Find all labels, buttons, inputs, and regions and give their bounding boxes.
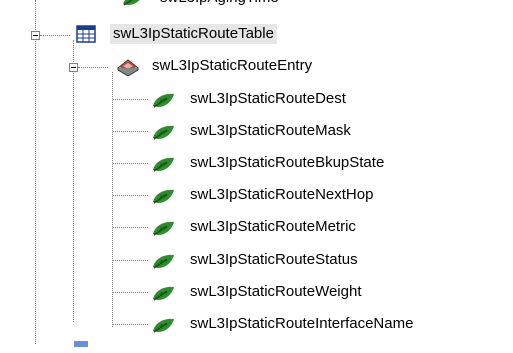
tree-node-leaf[interactable]: swL3IpStaticRouteStatus <box>150 250 510 270</box>
tree-node-leaf[interactable]: swL3IpStaticRouteMetric <box>150 217 510 237</box>
tree-node-leaf[interactable]: swL3IpStaticRouteDest <box>150 89 510 109</box>
tree-node-table[interactable]: swL3IpStaticRouteTable <box>76 24 356 44</box>
tree-connector <box>113 227 148 228</box>
tree-connector <box>113 324 148 325</box>
tree-guide-line <box>73 40 74 322</box>
tree-node-label: swL3IpStaticRouteBkupState <box>190 154 385 171</box>
entry-icon <box>114 56 142 82</box>
tree-node-label: swL3IpStaticRouteMask <box>190 122 351 139</box>
tree-connector <box>113 163 148 164</box>
tree-connector <box>113 260 148 261</box>
tree-connector <box>113 292 148 293</box>
partial-node-icon <box>72 336 92 353</box>
leaf-icon <box>150 284 176 308</box>
tree-node-leaf[interactable]: swL3IpStaticRouteMask <box>150 121 510 141</box>
tree-node-label: swL3IpStaticRouteTable <box>110 24 277 44</box>
tree-node-label: swL3IpStaticRouteEntry <box>152 57 313 74</box>
tree-node-label: swL3IpStaticRouteInterfaceName <box>190 315 414 332</box>
tree-node-leaf[interactable]: swL3IpStaticRouteBkupState <box>150 153 510 173</box>
tree-node-label: swL3IpStaticRouteDest <box>190 90 346 107</box>
tree-connector <box>113 131 148 132</box>
tree-connector <box>113 195 148 196</box>
leaf-icon <box>150 316 176 340</box>
tree-node-leaf[interactable]: swL3IpStaticRouteInterfaceName <box>150 314 510 334</box>
table-icon <box>76 25 96 49</box>
leaf-icon <box>150 219 176 243</box>
tree-node-label: swL3IpAgingTime <box>160 0 279 8</box>
tree-node-label: swL3IpStaticRouteNextHop <box>190 186 374 203</box>
leaf-icon <box>120 0 146 14</box>
leaf-icon <box>150 187 176 211</box>
tree-guide-line <box>112 72 113 327</box>
tree-node-leaf[interactable]: swL3IpStaticRouteNextHop <box>150 185 510 205</box>
tree-node-leaf[interactable]: swL3IpStaticRouteWeight <box>150 282 510 302</box>
tree-node-entry[interactable]: swL3IpStaticRouteEntry <box>114 56 394 77</box>
tree-connector <box>78 67 108 68</box>
tree-node-label: swL3IpStaticRouteMetric <box>190 218 356 235</box>
collapse-toggle[interactable] <box>69 63 78 72</box>
tree-guide-line <box>35 0 36 344</box>
tree-connector <box>40 35 70 36</box>
leaf-icon <box>150 155 176 179</box>
collapse-toggle[interactable] <box>31 31 40 40</box>
leaf-icon <box>150 252 176 276</box>
leaf-icon <box>150 123 176 147</box>
tree-node-label: swL3IpStaticRouteWeight <box>190 283 362 300</box>
tree-node-label: swL3IpStaticRouteStatus <box>190 251 358 268</box>
tree-connector <box>113 99 148 100</box>
leaf-icon <box>150 91 176 115</box>
